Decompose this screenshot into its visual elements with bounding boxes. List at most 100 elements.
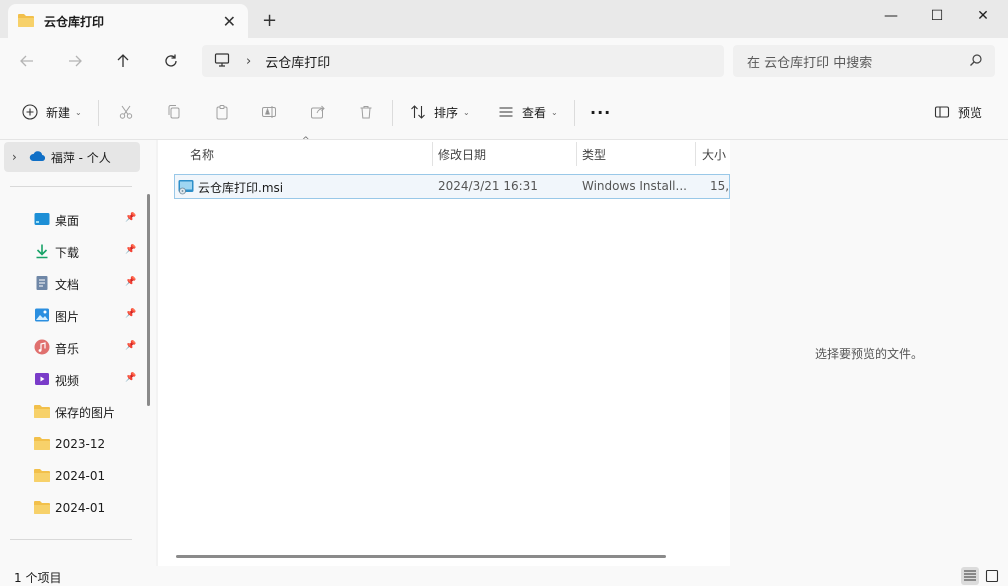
toolbar-divider bbox=[98, 100, 99, 126]
sidebar-divider bbox=[10, 539, 132, 540]
folder-icon bbox=[34, 436, 50, 453]
folder-icon bbox=[34, 500, 50, 517]
pin-icon[interactable]: 📌 bbox=[125, 245, 136, 255]
tab-close-button[interactable]: ✕ bbox=[223, 12, 236, 31]
sidebar-item-saved-pictures[interactable]: 保存的图片 bbox=[34, 402, 142, 422]
document-icon bbox=[34, 275, 50, 294]
trash-icon bbox=[356, 102, 376, 122]
sidebar-item-label: 保存的图片 bbox=[55, 405, 116, 420]
sidebar-item-music[interactable]: 音乐 📌 bbox=[34, 338, 142, 358]
breadcrumb-current[interactable]: 云仓库打印 bbox=[265, 52, 330, 71]
sidebar-item-label: 桌面 bbox=[55, 213, 80, 228]
folder-icon bbox=[34, 468, 50, 485]
pin-icon[interactable]: 📌 bbox=[125, 277, 136, 287]
close-window-button[interactable]: ✕ bbox=[960, 0, 1006, 32]
download-icon bbox=[34, 243, 50, 262]
share-button[interactable] bbox=[308, 102, 328, 122]
search-box[interactable]: 在 云仓库打印 中搜索 bbox=[733, 45, 995, 77]
arrow-left-icon bbox=[20, 55, 33, 67]
column-divider[interactable] bbox=[576, 142, 577, 166]
refresh-icon bbox=[165, 54, 177, 67]
status-bar: 1 个项目 bbox=[0, 566, 1008, 586]
sidebar-item-2024-01[interactable]: 2024-01 bbox=[34, 466, 142, 486]
table-row[interactable]: 云仓库打印.msi 2024/3/21 16:31 Windows Instal… bbox=[174, 174, 730, 199]
details-view-button[interactable] bbox=[961, 567, 979, 585]
up-button[interactable] bbox=[112, 50, 134, 72]
chevron-right-icon[interactable]: › bbox=[12, 150, 17, 164]
clipboard-icon bbox=[212, 102, 232, 122]
column-header-modified[interactable]: 修改日期 bbox=[438, 140, 486, 168]
sidebar-item-label: 2024-01 bbox=[55, 469, 106, 483]
pin-icon[interactable]: 📌 bbox=[125, 309, 136, 319]
column-divider[interactable] bbox=[695, 142, 696, 166]
sort-icon bbox=[408, 102, 428, 122]
file-list: 名称 ^ 修改日期 类型 大小 云仓库打印.msi 2024/3/21 16:3… bbox=[158, 136, 730, 566]
sort-label: 排序 bbox=[434, 105, 459, 120]
copy-icon bbox=[164, 102, 184, 122]
sidebar-item-documents[interactable]: 文档 📌 bbox=[34, 274, 142, 294]
arrow-right-icon bbox=[69, 55, 82, 67]
breadcrumb-separator[interactable]: › bbox=[246, 54, 251, 69]
refresh-button[interactable] bbox=[160, 50, 182, 72]
pin-icon[interactable]: 📌 bbox=[125, 341, 136, 351]
sidebar-divider bbox=[10, 186, 132, 187]
tab-active[interactable]: 云仓库打印 ✕ bbox=[8, 4, 248, 38]
preview-label: 预览 bbox=[958, 105, 983, 120]
new-button[interactable]: 新建 ⌄ bbox=[20, 102, 82, 122]
sidebar-item-desktop[interactable]: 桌面 📌 bbox=[34, 210, 142, 230]
file-type: Windows Install... bbox=[582, 179, 687, 193]
toolbar-divider bbox=[392, 100, 393, 126]
copy-button[interactable] bbox=[164, 102, 184, 122]
pin-icon[interactable]: 📌 bbox=[125, 373, 136, 383]
folder-icon bbox=[18, 13, 34, 30]
sidebar-item-2023-12[interactable]: 2023-12 bbox=[34, 434, 142, 454]
file-name[interactable]: 云仓库打印.msi bbox=[198, 179, 428, 196]
rename-button[interactable] bbox=[259, 102, 279, 122]
arrow-up-icon bbox=[117, 54, 129, 67]
sidebar-item-pictures[interactable]: 图片 📌 bbox=[34, 306, 142, 326]
column-header-size[interactable]: 大小 bbox=[702, 140, 726, 168]
search-placeholder[interactable]: 在 云仓库打印 中搜索 bbox=[747, 52, 872, 71]
chevron-down-icon: ⌄ bbox=[551, 107, 558, 117]
sidebar-item-2024-01-b[interactable]: 2024-01 bbox=[34, 498, 142, 518]
maximize-button[interactable]: ☐ bbox=[914, 0, 960, 32]
preview-pane-button[interactable]: 预览 bbox=[932, 102, 982, 122]
file-modified: 2024/3/21 16:31 bbox=[438, 179, 538, 193]
cut-button[interactable] bbox=[116, 102, 136, 122]
forward-button[interactable] bbox=[64, 50, 86, 72]
navigation-pane: › 福萍 - 个人 桌面 📌 下载 📌 文档 📌 图片 📌 音乐 📌 视频 📌 bbox=[0, 140, 156, 566]
horizontal-scrollbar[interactable] bbox=[176, 555, 666, 558]
sidebar-item-videos[interactable]: 视频 📌 bbox=[34, 370, 142, 390]
share-icon bbox=[308, 102, 328, 122]
more-options-button[interactable]: ··· bbox=[590, 102, 611, 122]
pin-icon[interactable]: 📌 bbox=[125, 213, 136, 223]
sort-ascending-icon: ^ bbox=[302, 136, 310, 146]
sidebar-item-onedrive[interactable]: › 福萍 - 个人 bbox=[4, 142, 140, 172]
address-bar[interactable]: › 云仓库打印 bbox=[202, 45, 724, 77]
tiles-view-button[interactable] bbox=[983, 567, 1001, 585]
chevron-down-icon: ⌄ bbox=[75, 107, 82, 117]
delete-button[interactable] bbox=[356, 102, 376, 122]
folder-icon bbox=[34, 404, 50, 421]
column-divider[interactable] bbox=[432, 142, 433, 166]
toolbar-divider bbox=[574, 100, 575, 126]
new-tab-button[interactable]: + bbox=[262, 10, 277, 31]
minimize-button[interactable]: — bbox=[868, 0, 914, 32]
paste-button[interactable] bbox=[212, 102, 232, 122]
column-header-type[interactable]: 类型 bbox=[582, 140, 606, 168]
rename-icon bbox=[259, 102, 279, 122]
sidebar-item-label: 视频 bbox=[55, 373, 80, 388]
sidebar-item-downloads[interactable]: 下载 📌 bbox=[34, 242, 142, 262]
tab-title: 云仓库打印 bbox=[44, 14, 105, 29]
new-label: 新建 bbox=[46, 105, 71, 120]
sort-button[interactable]: 排序 ⌄ bbox=[408, 102, 470, 122]
back-button[interactable] bbox=[16, 50, 38, 72]
column-header-name[interactable]: 名称 bbox=[190, 140, 214, 168]
item-count: 1 个项目 bbox=[14, 571, 62, 585]
sidebar-item-label: 2023-12 bbox=[55, 437, 106, 451]
sidebar-scrollbar[interactable] bbox=[147, 194, 150, 406]
view-button[interactable]: 查看 ⌄ bbox=[496, 102, 558, 122]
music-icon bbox=[34, 339, 50, 358]
pictures-icon bbox=[34, 307, 50, 326]
file-size: 15,0 bbox=[710, 179, 730, 193]
